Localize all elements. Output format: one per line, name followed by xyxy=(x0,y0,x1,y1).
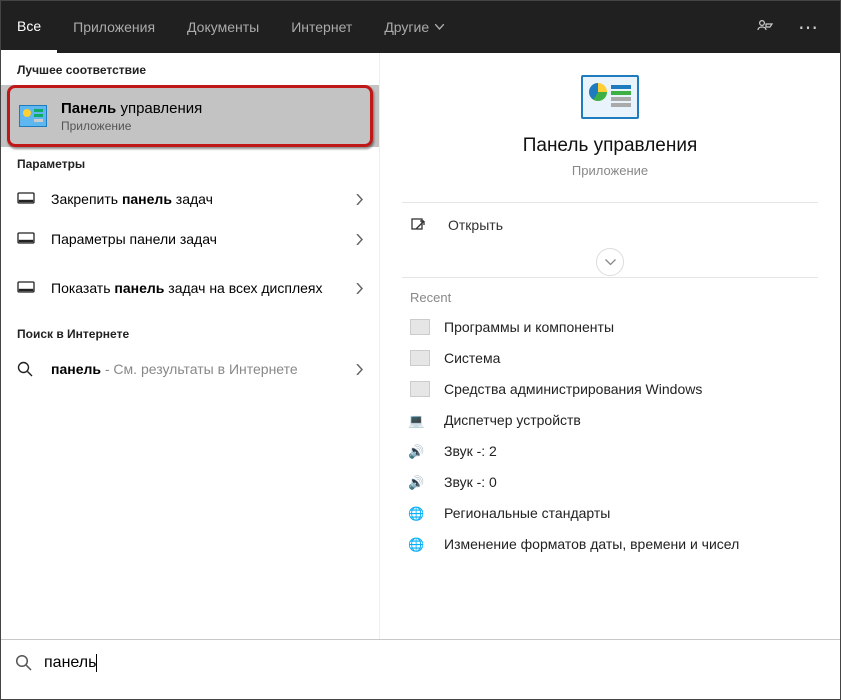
settings-item-taskbar-all-displays[interactable]: Показать панель задач на всех дисплеях xyxy=(1,259,379,317)
recent-list: Программы и компоненты Система Средства ад… xyxy=(380,311,840,559)
best-match-subtitle: Приложение xyxy=(61,119,202,133)
recent-item[interactable]: Звук -: 0 xyxy=(380,466,840,497)
chevron-right-icon xyxy=(356,364,363,375)
recent-item[interactable]: Изменение форматов даты, времени и чисел xyxy=(380,528,840,559)
search-icon xyxy=(17,361,39,377)
tab-more-label: Другие xyxy=(384,19,429,35)
chevron-right-icon xyxy=(356,283,363,294)
web-search-header: Поиск в Интернете xyxy=(1,317,379,349)
folder-icon xyxy=(410,319,430,335)
chevron-down-icon xyxy=(435,24,444,30)
search-panel: Все Приложения Документы Интернет Другие… xyxy=(0,0,841,700)
recent-item[interactable]: Региональные стандарты xyxy=(380,497,840,528)
settings-item-label: Закрепить панель задач xyxy=(51,191,356,207)
display-icon xyxy=(17,281,39,295)
web-search-item[interactable]: панель - См. результаты в Интернете xyxy=(1,349,379,389)
tab-all[interactable]: Все xyxy=(1,1,57,53)
display-icon xyxy=(17,232,39,246)
settings-item-label: Параметры панели задач xyxy=(51,231,356,247)
tab-more[interactable]: Другие xyxy=(368,1,460,53)
recent-item[interactable]: Средства администрирования Windows xyxy=(380,373,840,404)
tab-web[interactable]: Интернет xyxy=(275,1,368,53)
feedback-icon[interactable] xyxy=(744,18,786,36)
recent-item[interactable]: Программы и компоненты xyxy=(380,311,840,342)
search-input-wrapper[interactable]: панель xyxy=(44,654,826,672)
display-icon xyxy=(17,192,39,206)
web-search-label: панель - См. результаты в Интернете xyxy=(51,361,356,377)
more-icon[interactable] xyxy=(786,15,830,40)
recent-item-label: Диспетчер устройств xyxy=(444,412,581,428)
recent-item-label: Программы и компоненты xyxy=(444,319,614,335)
chevron-down-icon xyxy=(605,259,616,266)
search-input-text: панель xyxy=(44,654,96,672)
recent-item-label: Звук -: 0 xyxy=(444,474,497,490)
open-action[interactable]: Открыть xyxy=(380,203,840,247)
recent-item-label: Система xyxy=(444,350,500,366)
chevron-right-icon xyxy=(356,234,363,245)
search-icon xyxy=(15,654,32,671)
search-bar: панель xyxy=(1,639,840,685)
settings-header: Параметры xyxy=(1,147,379,179)
best-match-title: Панель управления xyxy=(61,100,202,117)
recent-item-label: Изменение форматов даты, времени и чисел xyxy=(444,536,739,552)
settings-item-pin-taskbar[interactable]: Закрепить панель задач xyxy=(1,179,379,219)
recent-item-label: Звук -: 2 xyxy=(444,443,497,459)
preview-title: Панель управления xyxy=(380,135,840,157)
best-match-header: Лучшее соответствие xyxy=(1,53,379,85)
control-panel-icon xyxy=(19,105,47,127)
open-icon xyxy=(410,217,432,233)
settings-item-label: Показать панель задач на всех дисплеях xyxy=(51,280,356,296)
filter-tabs: Все Приложения Документы Интернет Другие xyxy=(1,1,840,53)
dev-icon xyxy=(410,412,430,428)
preview-pane: Панель управления Приложение Открыть Rec… xyxy=(379,53,840,639)
snd-icon xyxy=(410,474,430,490)
recent-item-label: Средства администрирования Windows xyxy=(444,381,702,397)
recent-header: Recent xyxy=(380,278,840,311)
snd-icon xyxy=(410,443,430,459)
expand-button[interactable] xyxy=(596,248,624,276)
globe-icon xyxy=(410,505,430,521)
settings-item-taskbar-settings[interactable]: Параметры панели задач xyxy=(1,219,379,259)
tab-docs[interactable]: Документы xyxy=(171,1,275,53)
recent-item[interactable]: Диспетчер устройств xyxy=(380,404,840,435)
best-match-result[interactable]: Панель управления Приложение xyxy=(1,85,379,147)
recent-item-label: Региональные стандарты xyxy=(444,505,610,521)
chevron-right-icon xyxy=(356,194,363,205)
open-label: Открыть xyxy=(448,217,503,233)
folder-icon xyxy=(410,350,430,366)
folder-icon xyxy=(410,381,430,397)
preview-subtitle: Приложение xyxy=(380,163,840,178)
control-panel-large-icon xyxy=(581,75,639,119)
expand-row xyxy=(380,247,840,277)
results-list: Лучшее соответствие Панель управления Пр… xyxy=(1,53,379,639)
recent-item[interactable]: Звук -: 2 xyxy=(380,435,840,466)
tab-apps[interactable]: Приложения xyxy=(57,1,171,53)
recent-item[interactable]: Система xyxy=(380,342,840,373)
globe-icon xyxy=(410,536,430,552)
